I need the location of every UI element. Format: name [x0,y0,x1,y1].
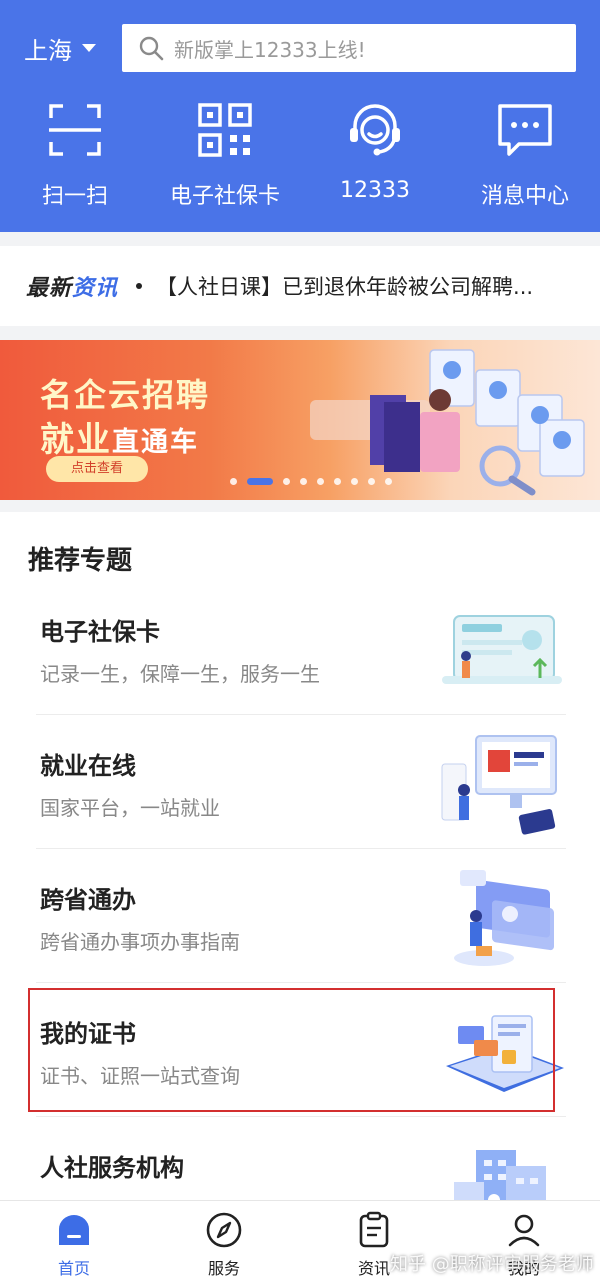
recruitment-illustration [310,349,585,496]
news-ticker[interactable]: 最新资讯 【人社日课】已到退休年龄被公司解聘... [0,246,600,326]
news-icon [359,1211,389,1248]
qr-code-icon [198,103,252,157]
tab-label: 首页 [57,1259,90,1278]
banner-cta-button[interactable]: 点击查看 [46,456,148,482]
social-security-card-illustration [442,615,562,684]
bullet-icon [136,283,143,289]
divider [36,982,566,983]
topic-title: 就业在线 [40,752,136,780]
news-headline[interactable]: 【人社日课】已到退休年龄被公司解聘... [156,271,546,301]
tab-label: 服务 [207,1259,240,1278]
carousel-dot[interactable] [230,478,237,485]
divider [36,714,566,715]
topic-item-social-card[interactable]: 电子社保卡 记录一生，保障一生，服务一生 [36,584,566,716]
topic-item-cross-province[interactable]: 跨省通办 跨省通办事项办事指南 [36,852,566,984]
search-icon [139,36,164,61]
search-input[interactable]: 新版掌上12333上线! [122,24,576,72]
quick-action-hotline[interactable]: 12333 [300,100,450,203]
news-tag: 最新资讯 [26,270,118,302]
promo-banner[interactable]: 名企云招聘 就业直通车 点击查看 [0,340,600,500]
topic-title: 跨省通办 [40,886,136,914]
user-icon [508,1214,540,1247]
quick-action-label: 消息中心 [480,184,569,209]
topic-subtitle: 跨省通办事项办事指南 [40,930,240,954]
divider [36,848,566,849]
divider [36,1116,566,1117]
message-icon [498,104,552,156]
carousel-dot[interactable] [351,478,358,485]
news-tag-part2: 资讯 [72,276,119,301]
topic-title: 人社服务机构 [40,1154,184,1182]
employment-online-illustration [441,735,557,835]
carousel-indicator[interactable] [230,478,392,485]
scan-icon [49,104,101,156]
carousel-dot[interactable] [247,478,273,485]
carousel-dot[interactable] [317,478,324,485]
caret-down-icon [82,44,96,52]
quick-action-social-card[interactable]: 电子社保卡 [150,100,300,210]
quick-action-label: 电子社保卡 [169,184,280,209]
section-heading: 推荐专题 [28,546,133,576]
banner-title: 名企云招聘 [40,376,211,414]
quick-action-label: 12333 [340,178,410,203]
tab-label: 资讯 [357,1259,390,1278]
banner-subtitle-b: 直通车 [112,427,199,458]
carousel-dot[interactable] [334,478,341,485]
banner-subtitle-a: 就业 [40,420,112,460]
carousel-dot[interactable] [283,478,290,485]
tab-home[interactable]: 首页 [29,1211,119,1279]
carousel-dot[interactable] [300,478,307,485]
tab-services[interactable]: 服务 [179,1211,269,1279]
compass-icon [206,1212,242,1248]
home-icon [59,1215,89,1245]
carousel-dot[interactable] [385,478,392,485]
city-label: 上海 [24,36,72,65]
quick-action-label: 扫一扫 [41,184,108,209]
carousel-dot[interactable] [368,478,375,485]
city-selector[interactable]: 上海 [24,30,96,66]
headset-icon [350,104,400,156]
search-placeholder: 新版掌上12333上线! [174,37,366,62]
news-tag-part1: 最新 [26,276,73,301]
highlight-box [28,988,555,1112]
topic-title: 电子社保卡 [40,618,160,646]
quick-action-scan[interactable]: 扫一扫 [0,100,150,210]
header: 上海 新版掌上12333上线! 扫一扫 电子社保卡 12333 消息中心 [0,0,600,232]
watermark: 知乎 @职称评审服务老师 [390,1254,594,1275]
topic-subtitle: 记录一生，保障一生，服务一生 [40,662,320,686]
cross-province-illustration [454,870,554,966]
quick-action-messages[interactable]: 消息中心 [450,100,600,210]
banner-subtitle: 就业直通车 [40,412,199,461]
topic-subtitle: 国家平台，一站就业 [40,796,220,820]
topic-item-employment[interactable]: 就业在线 国家平台，一站就业 [36,718,566,850]
